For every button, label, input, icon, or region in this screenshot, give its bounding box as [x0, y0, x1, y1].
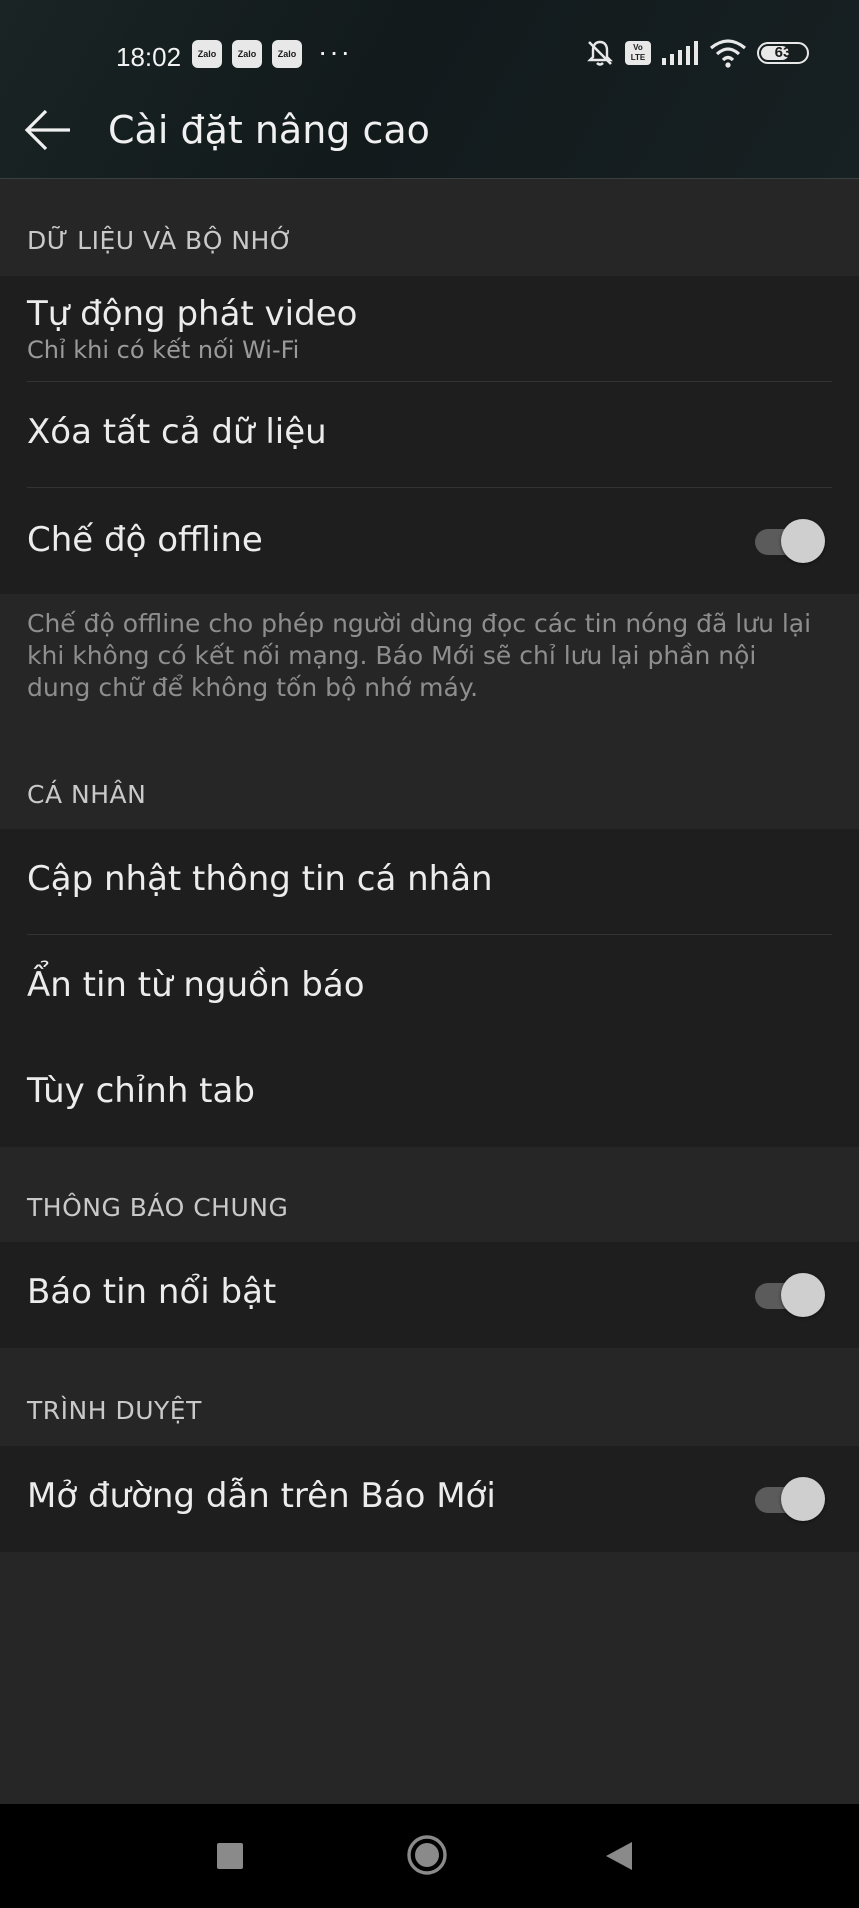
- setting-title: Báo tin nổi bật: [27, 1272, 277, 1312]
- setting-update-personal-info[interactable]: Cập nhật thông tin cá nhân: [0, 829, 859, 935]
- setting-open-links-in-app[interactable]: Mở đường dẫn trên Báo Mới: [0, 1446, 859, 1552]
- back-arrow-icon[interactable]: [24, 108, 74, 152]
- settings-group-data-storage: Tự động phát video Chỉ khi có kết nối Wi…: [0, 276, 859, 594]
- home-icon[interactable]: [406, 1834, 448, 1876]
- open-links-toggle[interactable]: [755, 1477, 825, 1521]
- page-title: Cài đặt nâng cao: [108, 108, 430, 152]
- section-label-browser: TRÌNH DUYỆT: [27, 1396, 202, 1425]
- setting-hide-news-sources[interactable]: Ẩn tin từ nguồn báo: [0, 935, 859, 1041]
- zalo-notification-icon: Zalo: [272, 40, 302, 68]
- offline-mode-description: Chế độ offline cho phép người dùng đọc c…: [27, 609, 812, 702]
- more-notifications-icon: ···: [318, 36, 352, 67]
- status-time: 18:02: [116, 42, 182, 72]
- setting-title: Mở đường dẫn trên Báo Mới: [27, 1476, 496, 1516]
- bell-muted-icon: [587, 40, 613, 66]
- recent-apps-icon[interactable]: [216, 1842, 244, 1870]
- settings-group-notifications: Báo tin nổi bật: [0, 1242, 859, 1348]
- setting-title: Tùy chỉnh tab: [27, 1071, 255, 1111]
- settings-group-browser: Mở đường dẫn trên Báo Mới: [0, 1446, 859, 1552]
- status-indicators: Vo LTE 63: [585, 38, 809, 68]
- zalo-notification-icon: Zalo: [192, 40, 222, 68]
- system-nav-bar: [0, 1804, 859, 1908]
- section-label-personal: CÁ NHÂN: [27, 780, 147, 809]
- setting-auto-play-video[interactable]: Tự động phát video Chỉ khi có kết nối Wi…: [0, 276, 859, 382]
- status-bar: 18:02 Zalo Zalo Zalo ··· Vo LTE 63: [0, 30, 859, 82]
- setting-highlight-news[interactable]: Báo tin nổi bật: [0, 1242, 859, 1348]
- setting-subtitle: Chỉ khi có kết nối Wi-Fi: [27, 336, 300, 364]
- highlight-news-toggle[interactable]: [755, 1273, 825, 1317]
- signal-icon: [662, 41, 698, 65]
- setting-title: Ẩn tin từ nguồn báo: [27, 965, 365, 1005]
- setting-title: Xóa tất cả dữ liệu: [27, 412, 327, 452]
- setting-title: Tự động phát video: [27, 294, 358, 334]
- back-icon[interactable]: [604, 1840, 634, 1872]
- offline-mode-toggle[interactable]: [755, 519, 825, 563]
- setting-clear-all-data[interactable]: Xóa tất cả dữ liệu: [0, 382, 859, 488]
- app-header: 18:02 Zalo Zalo Zalo ··· Vo LTE 63 Cài đ…: [0, 0, 859, 179]
- section-label-notifications: THÔNG BÁO CHUNG: [27, 1193, 289, 1222]
- section-label-data-storage: DỮ LIỆU VÀ BỘ NHỚ: [27, 226, 294, 255]
- settings-group-personal: Cập nhật thông tin cá nhân Ẩn tin từ ngu…: [0, 829, 859, 1147]
- setting-offline-mode[interactable]: Chế độ offline: [0, 488, 859, 594]
- zalo-notification-icon: Zalo: [232, 40, 262, 68]
- setting-title: Chế độ offline: [27, 520, 263, 560]
- setting-title: Cập nhật thông tin cá nhân: [27, 859, 493, 899]
- setting-customize-tab[interactable]: Tùy chỉnh tab: [0, 1041, 859, 1147]
- volte-icon: Vo LTE: [625, 41, 651, 65]
- battery-icon: 63: [757, 42, 809, 64]
- wifi-icon: [709, 39, 747, 68]
